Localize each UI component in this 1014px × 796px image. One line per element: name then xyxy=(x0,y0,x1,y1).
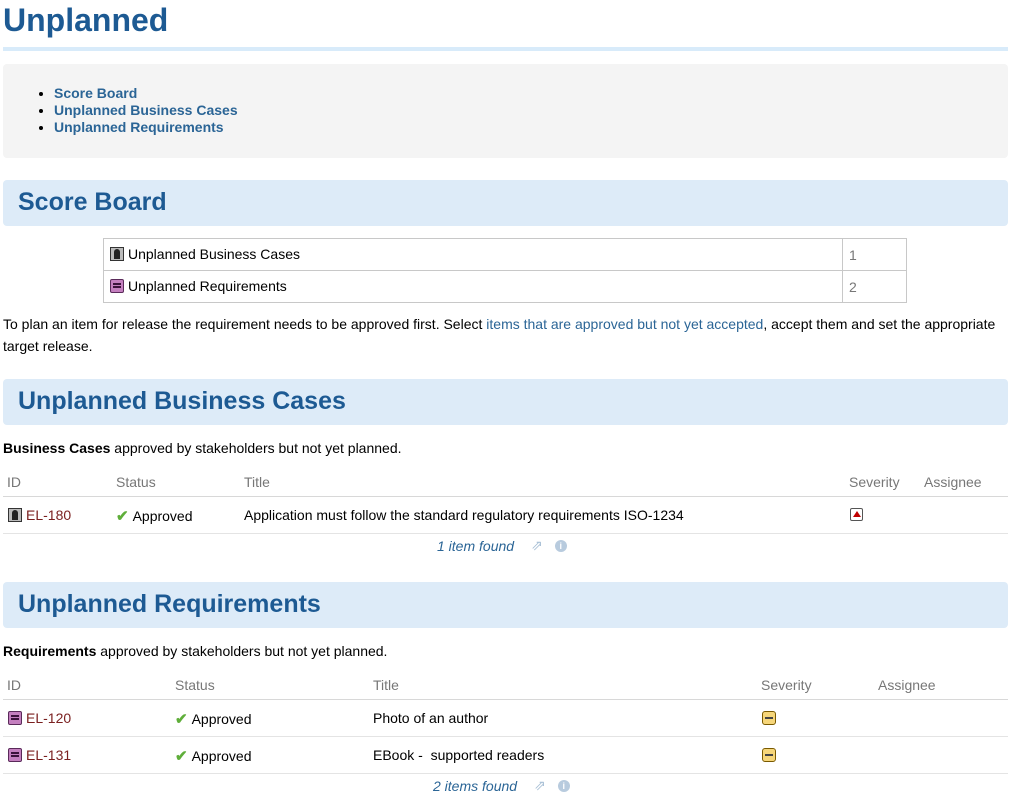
table-of-contents: Score Board Unplanned Business Cases Unp… xyxy=(3,64,1008,158)
column-header-assignee[interactable]: Assignee xyxy=(924,474,982,490)
column-header-assignee[interactable]: Assignee xyxy=(878,677,936,693)
score-board-table: Unplanned Business Cases 1 Unplanned Req… xyxy=(103,238,907,303)
severity-medium-icon xyxy=(762,748,776,762)
business-case-icon xyxy=(110,246,124,261)
checkmark-icon: ✔ xyxy=(116,508,129,525)
business-cases-table: ID Status Title Severity Assignee EL-180… xyxy=(3,470,1008,534)
results-footer: 2 items found ⇗ i xyxy=(433,777,570,794)
score-row-business-cases: Unplanned Business Cases 1 xyxy=(103,238,907,271)
items-found-count: 1 item found xyxy=(437,537,515,554)
item-id-link[interactable]: EL-180 xyxy=(26,507,71,523)
severity-cell xyxy=(762,748,776,762)
toc-link-score-board[interactable]: Score Board xyxy=(54,85,137,101)
column-header-id[interactable]: ID xyxy=(7,677,21,693)
requirements-description: Requirements approved by stakeholders bu… xyxy=(3,643,388,659)
share-icon[interactable]: ⇗ xyxy=(534,777,546,794)
checkmark-icon: ✔ xyxy=(175,711,188,728)
column-header-title[interactable]: Title xyxy=(373,677,399,693)
section-title: Unplanned Business Cases xyxy=(18,387,346,415)
table-row: EL-120 ✔ Approved Photo of an author xyxy=(3,700,1008,737)
item-id-cell: EL-131 xyxy=(8,747,71,763)
section-title: Unplanned Requirements xyxy=(18,590,321,618)
table-header: ID Status Title Severity Assignee xyxy=(3,470,1008,497)
column-header-status[interactable]: Status xyxy=(175,677,215,693)
items-found-count: 2 items found xyxy=(433,777,518,794)
column-header-severity[interactable]: Severity xyxy=(761,677,812,693)
score-label[interactable]: Unplanned Requirements xyxy=(110,278,287,294)
score-row-requirements: Unplanned Requirements 2 xyxy=(103,270,907,303)
severity-medium-icon xyxy=(762,711,776,725)
column-header-severity[interactable]: Severity xyxy=(849,474,900,490)
results-footer: 1 item found ⇗ i xyxy=(437,537,567,554)
item-id-link[interactable]: EL-120 xyxy=(26,710,71,726)
status-text: Approved xyxy=(132,508,193,524)
share-icon[interactable]: ⇗ xyxy=(531,537,543,554)
business-cases-description: Business Cases approved by stakeholders … xyxy=(3,440,402,456)
section-header-business-cases: Unplanned Business Cases xyxy=(3,379,1008,425)
status-cell: ✔ Approved xyxy=(116,507,193,525)
title-divider xyxy=(3,47,1008,51)
info-icon[interactable]: i xyxy=(557,779,570,792)
score-label-text: Unplanned Requirements xyxy=(128,277,287,294)
score-count: 2 xyxy=(842,270,907,303)
item-title: Application must follow the standard reg… xyxy=(244,507,684,523)
checkmark-icon: ✔ xyxy=(175,748,188,765)
toc-link-requirements[interactable]: Unplanned Requirements xyxy=(54,119,224,135)
section-header-requirements: Unplanned Requirements xyxy=(3,582,1008,628)
score-label-text: Unplanned Business Cases xyxy=(128,245,300,262)
status-cell: ✔ Approved xyxy=(175,710,252,728)
column-header-id[interactable]: ID xyxy=(7,474,21,490)
table-header: ID Status Title Severity Assignee xyxy=(3,673,1008,700)
planning-note: To plan an item for release the requirem… xyxy=(3,316,996,354)
item-title: EBook - supported readers xyxy=(373,747,545,763)
toc-item-requirements: Unplanned Requirements xyxy=(54,119,238,136)
toc-item-score-board: Score Board xyxy=(54,85,238,102)
status-cell: ✔ Approved xyxy=(175,747,252,765)
score-label[interactable]: Unplanned Business Cases xyxy=(110,246,300,262)
column-header-title[interactable]: Title xyxy=(244,474,270,490)
info-icon[interactable]: i xyxy=(554,539,567,552)
column-header-status[interactable]: Status xyxy=(116,474,156,490)
item-id-cell: EL-120 xyxy=(8,710,71,726)
table-row: EL-180 ✔ Approved Application must follo… xyxy=(3,497,1008,534)
section-header-score-board: Score Board xyxy=(3,180,1008,226)
toc-item-business-cases: Unplanned Business Cases xyxy=(54,102,238,119)
score-count: 1 xyxy=(842,238,907,271)
severity-cell xyxy=(762,711,776,725)
requirements-table: ID Status Title Severity Assignee EL-120… xyxy=(3,673,1008,774)
toc-link-business-cases[interactable]: Unplanned Business Cases xyxy=(54,102,238,118)
approved-not-accepted-link[interactable]: items that are approved but not yet acce… xyxy=(486,316,763,332)
item-id-link[interactable]: EL-131 xyxy=(26,747,71,763)
requirement-icon xyxy=(8,711,22,725)
business-case-icon xyxy=(8,508,22,522)
section-title: Score Board xyxy=(18,188,167,216)
requirement-icon xyxy=(110,278,124,293)
severity-cell xyxy=(850,508,863,521)
item-title: Photo of an author xyxy=(373,710,489,726)
status-text: Approved xyxy=(191,711,252,727)
requirement-icon xyxy=(8,748,22,762)
status-text: Approved xyxy=(191,748,252,764)
severity-high-icon xyxy=(850,508,863,521)
item-id-cell: EL-180 xyxy=(8,507,71,523)
page-title: Unplanned xyxy=(3,2,169,38)
table-row: EL-131 ✔ Approved EBook - supported read… xyxy=(3,737,1008,774)
